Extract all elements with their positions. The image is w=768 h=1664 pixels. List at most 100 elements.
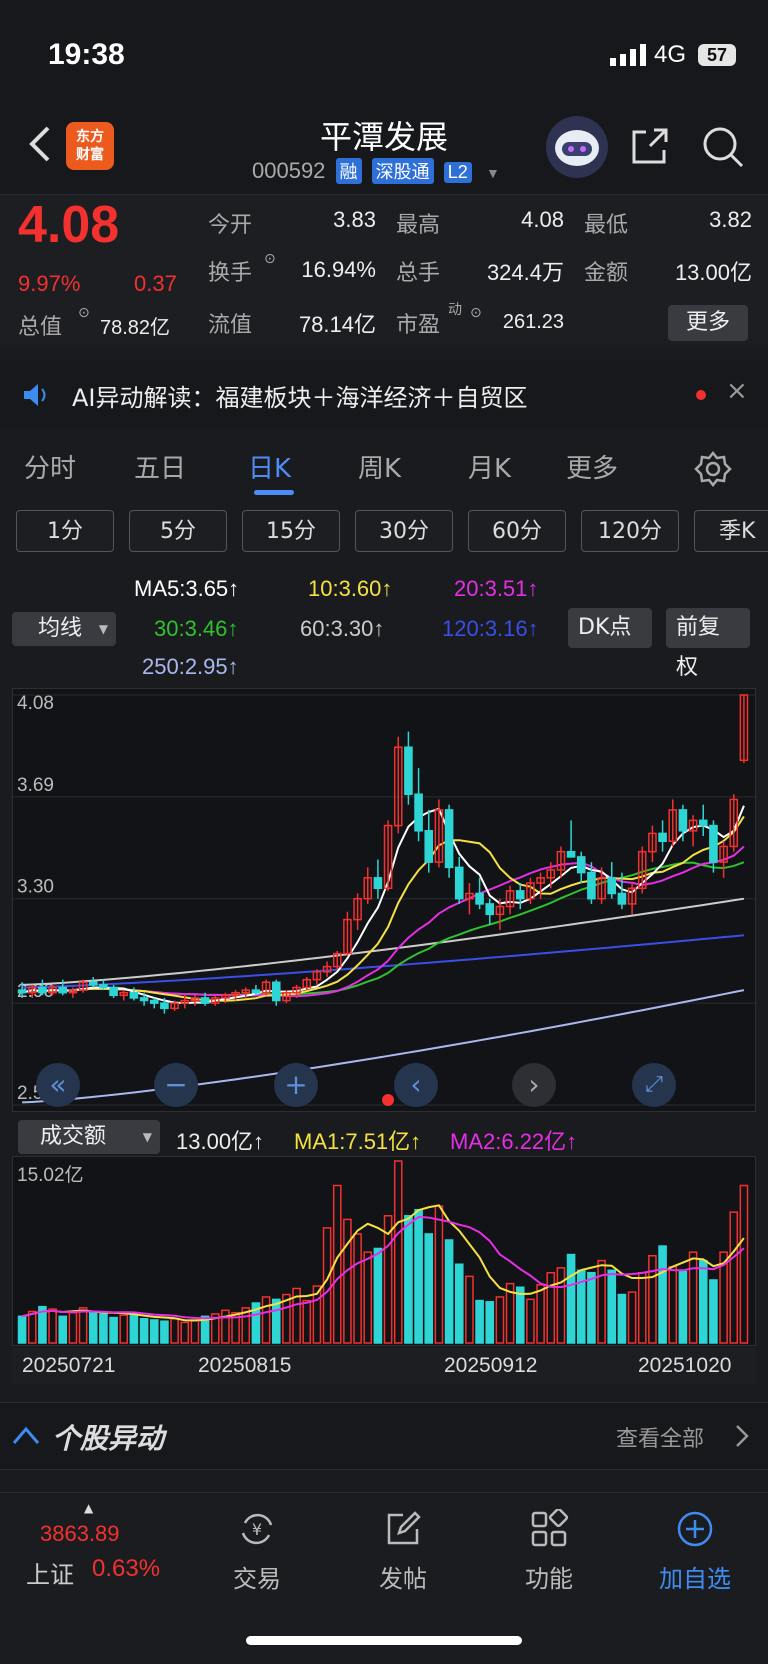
volume-chart[interactable]: 15.02亿 [12,1156,756,1346]
edit-icon [387,1511,421,1545]
assistant-avatar[interactable] [546,116,608,178]
period-60min[interactable]: 60分 [468,510,566,552]
volume-bar [678,1270,688,1344]
tab-more[interactable]: 更多 [566,448,618,485]
svg-text:¥: ¥ [252,1520,262,1539]
volume-bar [414,1208,423,1344]
ma120-value: 120:3.16↑ [442,616,539,641]
more-button[interactable]: 更多 [668,305,748,341]
home-indicator [246,1636,522,1645]
period-15min[interactable]: 15分 [242,510,340,552]
info-icon[interactable]: ⊙ [264,251,276,267]
volume-bar [78,1307,88,1344]
close-icon[interactable]: × [726,376,748,406]
high-label: 最高 [396,213,441,238]
tab-daily-k[interactable]: 日K [248,448,291,485]
ma-selector-label: 均线 [38,616,83,641]
volume-bar [58,1315,68,1344]
period-30min[interactable]: 30分 [355,510,453,552]
tab-five-day[interactable]: 五日 [134,448,186,485]
candle-body [99,984,108,989]
volume-bar [149,1319,159,1344]
turnover-label: 换手 [208,261,253,286]
volume-bar [495,1296,505,1344]
volume-bar [698,1259,708,1344]
stock-movement-section[interactable]: 个股异动 查看全部 [0,1402,768,1470]
nav-trade[interactable]: ¥ 交易 [202,1509,312,1594]
signal-icon [610,44,646,66]
candle-body [373,877,383,889]
settings-icon[interactable] [694,450,732,488]
date-axis: 20250721 20250815 20250912 20251020 [12,1348,756,1384]
stock-code-line[interactable]: 000592 融 深股通 L2 ▼ [252,158,500,184]
candle-body [566,850,576,858]
speaker-icon [24,384,46,406]
period-quarterly[interactable]: 季K [694,510,768,552]
period-1min[interactable]: 1分 [16,510,114,552]
period-5min[interactable]: 5分 [129,510,227,552]
nav-add-watchlist[interactable]: 加自选 [640,1509,750,1594]
ai-insight-bar[interactable]: AI异动解读：福建板块＋海洋经济＋自贸区 × [0,360,768,428]
adjust-button[interactable]: 前复权 [666,608,750,680]
nav-trade-label: 交易 [233,1565,281,1593]
dk-button[interactable]: DK点 [568,608,652,648]
index-value[interactable]: 3863.89 [40,1521,120,1547]
search-icon[interactable] [700,124,746,170]
zoom-in-icon[interactable]: + [274,1063,318,1107]
stock-header: 东方 财富 平潭发展 000592 融 深股通 L2 ▼ [0,110,768,194]
ma-selector[interactable]: 均线 ▼ [12,612,116,646]
ma30-line [21,861,745,996]
candle-body [404,746,413,795]
candle-body [109,986,118,997]
y-tick-label: 3.69 [17,775,54,796]
candle-body [271,981,281,1002]
volume-bar [88,1310,98,1344]
candle-body [424,830,434,863]
quote-panel: 4.08 9.97% 0.37 总值 ⊙ 78.82亿 今开 3.83 最高 4… [0,194,768,345]
index-name[interactable]: 上证 [26,1555,74,1590]
volume-bar [180,1321,190,1344]
next-icon[interactable]: › [512,1063,556,1107]
zoom-out-icon[interactable]: − [154,1063,198,1107]
candle-body [678,809,688,832]
tab-monthly-k[interactable]: 月K [468,448,511,485]
ma20-value: 20:3.51↑ [454,576,539,601]
share-icon[interactable] [628,124,672,168]
volume-bar [190,1319,200,1344]
chevron-up-icon [12,1426,40,1444]
volume-bar [465,1275,474,1344]
tab-intraday[interactable]: 分时 [24,448,76,485]
amount-value: 13.00亿 [674,260,752,285]
dropdown-icon: ▼ [98,622,108,636]
volume-selector[interactable]: 成交额 ▼ [18,1120,160,1154]
tag-margin: 融 [335,158,362,184]
view-all-link[interactable]: 查看全部 [616,1421,704,1453]
low-label: 最低 [584,213,629,238]
fullscreen-icon[interactable]: ⤢ [632,1063,676,1107]
volume-bar [109,1316,118,1344]
volume-bar [739,1184,749,1344]
info-icon[interactable]: ⊙ [78,305,90,321]
volume-bar [424,1233,434,1344]
candle-body [444,809,454,869]
volume-bar [648,1255,657,1344]
period-120min[interactable]: 120分 [581,510,679,552]
index-change[interactable]: 0.63% [92,1555,160,1583]
volume-bar [475,1299,484,1344]
date-tick: 20250912 [444,1354,538,1377]
nav-function[interactable]: 功能 [494,1507,604,1594]
network-type: 4G [654,41,687,68]
prev-icon[interactable]: ‹ [394,1063,438,1107]
volume-bar [617,1293,627,1344]
scroll-left-icon[interactable]: « [36,1063,80,1107]
volume-label: 总手 [396,261,441,286]
kline-svg: 4.083.693.302.902.51 [13,693,755,1106]
volume-bar [556,1267,566,1344]
date-tick: 20251020 [638,1354,732,1377]
volume-bar [658,1245,667,1344]
info-icon[interactable]: ⊙ [470,305,482,321]
nav-post[interactable]: 发帖 [348,1509,458,1594]
tab-weekly-k[interactable]: 周K [358,448,401,485]
tag-connect: 深股通 [371,158,434,184]
kline-chart[interactable]: 4.08 3.69 3.30 2.90 2.51 [12,688,756,1112]
